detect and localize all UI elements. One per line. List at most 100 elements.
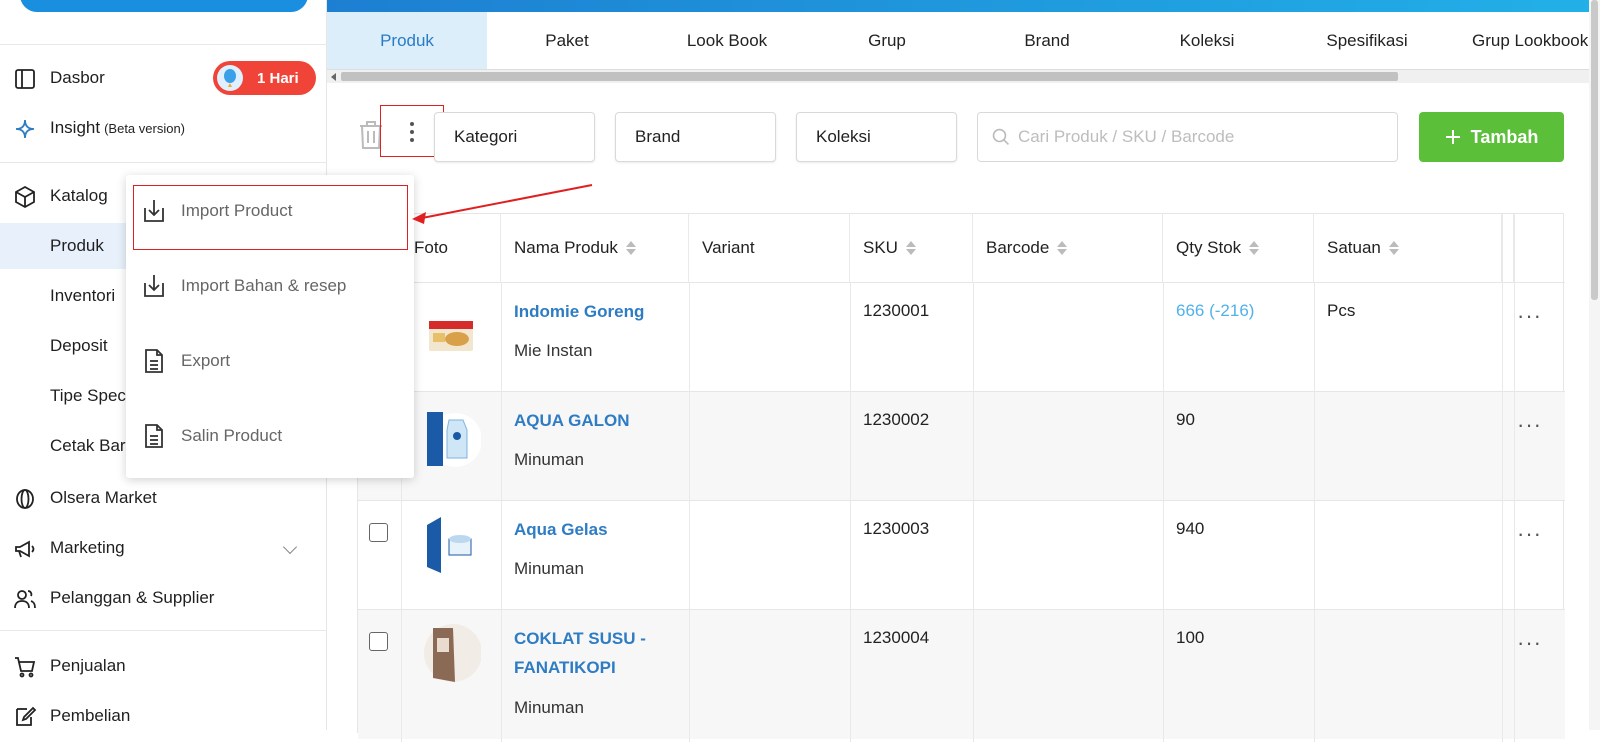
header-label: Nama Produk [514, 238, 618, 257]
product-category: Minuman [514, 450, 584, 469]
tab-paket[interactable]: Paket [487, 12, 647, 69]
filter-kategori[interactable]: Kategori [434, 112, 595, 162]
vertical-scrollbar[interactable] [1589, 0, 1600, 730]
sidebar-item-label: Tipe Spec [50, 386, 126, 405]
header-foto: Foto [401, 214, 501, 282]
product-unit: Pcs [1327, 301, 1356, 320]
sidebar-item-label: Inventori [50, 286, 116, 305]
sidebar-panel-icon [15, 69, 35, 89]
sidebar-item-label: Pelanggan & Supplier [50, 588, 215, 607]
product-name-line-1: COKLAT SUSU - [514, 629, 646, 648]
header-variant: Variant [689, 214, 850, 282]
table-row[interactable]: AQUA GALON Minuman 1230002 90 ··· [358, 391, 1565, 500]
header-nama-produk[interactable]: Nama Produk [501, 214, 689, 282]
sidebar-item-marketing[interactable]: Marketing [0, 525, 327, 571]
sort-icon[interactable] [905, 241, 916, 255]
column-divider [1314, 282, 1315, 742]
search-input[interactable] [1017, 127, 1397, 147]
top-pill-button[interactable] [20, 0, 308, 12]
search-box[interactable] [977, 112, 1398, 162]
row-checkbox[interactable] [369, 523, 388, 542]
sidebar-item-pembelian[interactable]: Pembelian [0, 693, 327, 739]
product-image [424, 624, 481, 682]
sort-icon[interactable] [1249, 241, 1260, 255]
tab-look-book[interactable]: Look Book [647, 12, 807, 69]
row-more-icon[interactable]: ··· [1517, 303, 1542, 329]
scrollbar-thumb[interactable] [1591, 0, 1598, 300]
table-row[interactable]: COKLAT SUSU - FANATIKOPI Minuman 1230004 … [358, 609, 1565, 739]
divider [0, 162, 327, 163]
row-more-icon[interactable]: ··· [1517, 412, 1542, 438]
filter-koleksi[interactable]: Koleksi [796, 112, 957, 162]
row-more-icon[interactable]: ··· [1517, 630, 1542, 656]
scroll-left-icon[interactable] [331, 73, 336, 81]
header-sku[interactable]: SKU [850, 214, 973, 282]
sidebar-item-label: Katalog [50, 186, 108, 205]
sidebar-item-insight[interactable]: Insight (Beta version) [0, 105, 327, 151]
users-icon [14, 590, 36, 609]
column-divider [850, 282, 851, 742]
tab-bar: Produk Paket Look Book Grup Brand Koleks… [327, 12, 1600, 69]
add-button-label: Tambah [1470, 126, 1539, 147]
sidebar-item-label: Penjualan [50, 656, 126, 675]
sidebar-item-label: Insight [50, 118, 101, 137]
balloon-icon [217, 65, 243, 91]
product-image [425, 517, 479, 575]
header-qty-stok[interactable]: Qty Stok [1163, 214, 1314, 282]
cart-icon [15, 657, 36, 678]
product-name-link[interactable]: Aqua Gelas [514, 515, 608, 544]
tab-grup-lookbook[interactable]: Grup Lookbook [1447, 12, 1600, 69]
tab-brand[interactable]: Brand [967, 12, 1127, 69]
header-label: Foto [414, 238, 449, 257]
tab-grup[interactable]: Grup [807, 12, 967, 69]
qty-stock: 940 [1176, 519, 1205, 538]
sparkle-icon [15, 119, 35, 139]
header-spacer [1502, 214, 1514, 282]
qty-stock-link[interactable]: 666 (-216) [1176, 301, 1254, 321]
header-satuan[interactable]: Satuan [1314, 214, 1502, 282]
document-icon [145, 349, 163, 373]
menu-item-salin-product[interactable]: Salin Product [126, 408, 414, 464]
import-icon [144, 275, 164, 297]
sidebar-item-olsera-market[interactable]: Olsera Market [0, 475, 327, 521]
edit-icon [16, 706, 37, 726]
tab-koleksi[interactable]: Koleksi [1127, 12, 1287, 69]
sort-icon[interactable] [625, 241, 636, 255]
filter-brand[interactable]: Brand [615, 112, 776, 162]
sidebar-item-penjualan[interactable]: Penjualan [0, 643, 327, 689]
menu-item-label: Salin Product [181, 426, 283, 445]
menu-item-import-bahan[interactable]: Import Bahan & resep [126, 258, 414, 314]
product-name-link[interactable]: COKLAT SUSU - FANATIKOPI [514, 624, 646, 682]
column-divider [1502, 214, 1503, 742]
document-icon [145, 424, 163, 448]
product-category: Minuman [514, 698, 584, 717]
sort-icon[interactable] [1057, 241, 1068, 255]
chevron-down-icon[interactable] [282, 539, 298, 555]
box-icon [15, 185, 35, 209]
qty-stock: 100 [1176, 628, 1205, 647]
megaphone-icon [15, 540, 35, 558]
add-button[interactable]: Tambah [1419, 112, 1564, 162]
scrollbar-thumb[interactable] [341, 72, 1398, 81]
sort-icon[interactable] [1388, 241, 1399, 255]
product-sku: 1230004 [863, 628, 930, 647]
row-checkbox[interactable] [369, 632, 388, 651]
header-label: Satuan [1327, 238, 1381, 257]
sidebar-item-label: Pembelian [50, 706, 131, 725]
header-label: Qty Stok [1176, 238, 1242, 257]
product-name-link[interactable]: Indomie Goreng [514, 297, 644, 326]
trial-days-badge[interactable]: 1 Hari [213, 61, 316, 95]
menu-item-export[interactable]: Export [126, 333, 414, 389]
tab-spesifikasi[interactable]: Spesifikasi [1287, 12, 1447, 69]
row-more-icon[interactable]: ··· [1517, 521, 1542, 547]
product-sku: 1230003 [863, 519, 930, 538]
column-divider [689, 282, 690, 742]
product-name-link[interactable]: AQUA GALON [514, 406, 630, 435]
menu-item-label: Export [181, 351, 231, 370]
header-barcode[interactable]: Barcode [973, 214, 1163, 282]
horizontal-scrollbar[interactable] [327, 69, 1600, 83]
tab-produk[interactable]: Produk [327, 12, 487, 69]
table-row[interactable]: Indomie Goreng Mie Instan 1230001 666 (-… [358, 282, 1565, 391]
table-row[interactable]: Aqua Gelas Minuman 1230003 940 ··· [358, 500, 1565, 609]
sidebar-item-pelanggan[interactable]: Pelanggan & Supplier [0, 575, 327, 621]
